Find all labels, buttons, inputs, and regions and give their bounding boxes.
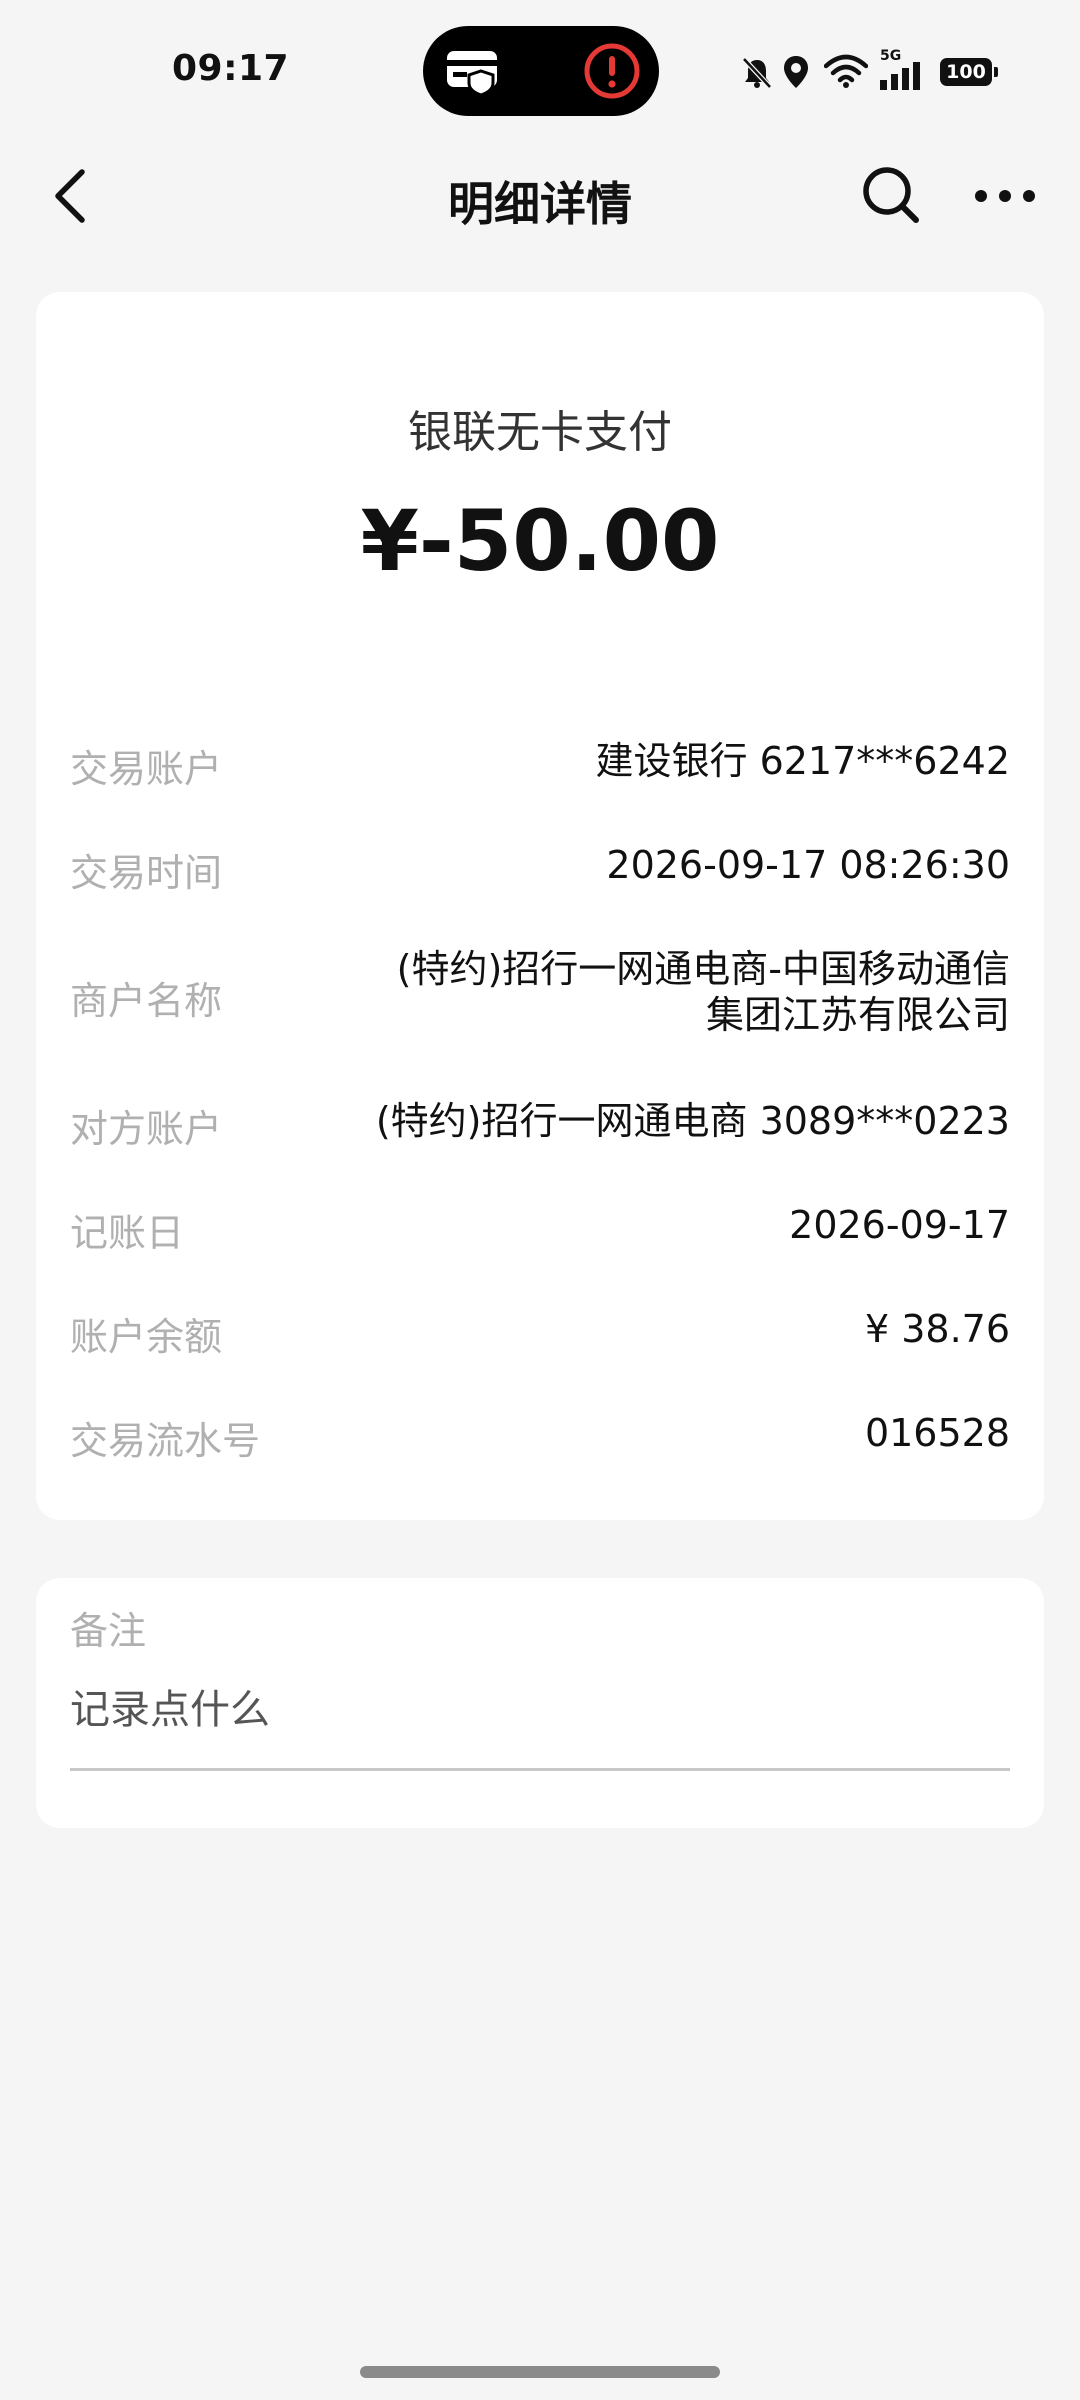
row-label-counterparty: 对方账户 bbox=[70, 1107, 223, 1151]
transaction-card: 银联无卡支付 ¥-50.00 交易账户 建设银行 6217***6242 交易时… bbox=[36, 292, 1044, 1520]
row-value-merchant: (特约)招行一网通电商-中国移动通信 集团江苏有限公司 bbox=[397, 946, 1010, 1038]
row-label-time: 交易时间 bbox=[70, 851, 223, 895]
battery-icon: 100 bbox=[940, 58, 998, 86]
row-label-balance: 账户余额 bbox=[70, 1315, 223, 1359]
row-label-account: 交易账户 bbox=[70, 747, 223, 791]
location-icon bbox=[784, 56, 808, 88]
home-indicator[interactable] bbox=[360, 2366, 720, 2378]
note-input[interactable] bbox=[70, 1678, 1010, 1742]
row-value-counterparty: (特约)招行一网通电商 3089***0223 bbox=[375, 1099, 1010, 1143]
status-time: 09:17 bbox=[172, 48, 290, 89]
wallet-card-icon bbox=[447, 51, 497, 97]
merchant-name-line2: 集团江苏有限公司 bbox=[705, 993, 1010, 1037]
row-label-serial: 交易流水号 bbox=[70, 1419, 261, 1463]
merchant-name-line1: (特约)招行一网通电商-中国移动通信 bbox=[396, 947, 1010, 991]
bell-off-icon bbox=[742, 57, 772, 89]
status-bar: 09:17 5G 100 bbox=[0, 0, 1080, 140]
search-icon[interactable] bbox=[860, 164, 922, 226]
row-label-merchant: 商户名称 bbox=[70, 979, 223, 1023]
note-underline bbox=[70, 1768, 1010, 1771]
note-card: 备注 bbox=[36, 1578, 1044, 1828]
nav-bar: 明细详情 bbox=[0, 140, 1080, 250]
more-icon[interactable] bbox=[972, 186, 1038, 206]
signal-icon bbox=[880, 62, 920, 90]
row-value-account: 建设银行 6217***6242 bbox=[595, 739, 1011, 783]
dynamic-island[interactable] bbox=[423, 26, 659, 116]
row-value-time: 2026-09-17 08:26:30 bbox=[606, 843, 1010, 887]
row-label-booking-date: 记账日 bbox=[70, 1211, 185, 1255]
transaction-amount: ¥-50.00 bbox=[360, 492, 720, 590]
wifi-icon bbox=[824, 54, 868, 88]
row-value-balance: ¥ 38.76 bbox=[864, 1307, 1010, 1351]
row-value-booking-date: 2026-09-17 bbox=[789, 1203, 1010, 1247]
row-value-serial: 016528 bbox=[864, 1411, 1010, 1455]
alert-icon bbox=[584, 43, 640, 99]
payment-type: 银联无卡支付 bbox=[408, 407, 672, 458]
note-label: 备注 bbox=[70, 1609, 147, 1653]
